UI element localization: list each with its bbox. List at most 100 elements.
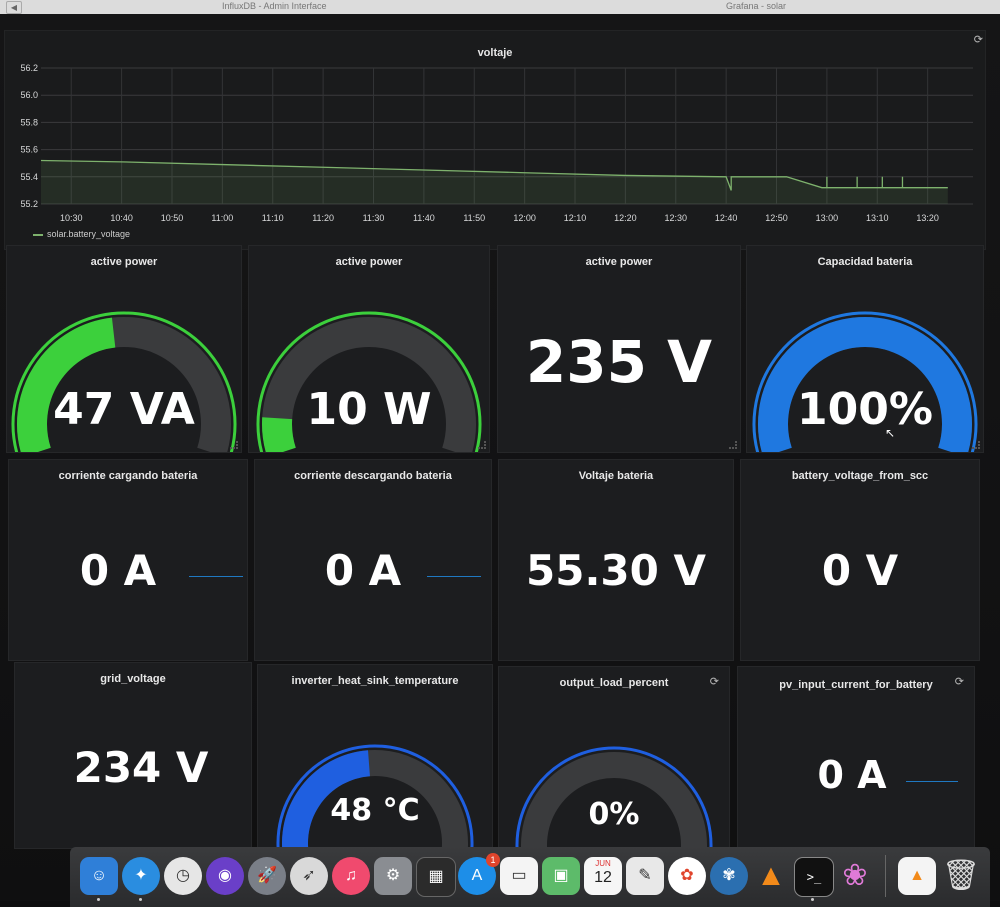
loading-spinner-icon: ⟳ <box>973 34 983 46</box>
siri-icon[interactable]: ◉ <box>206 857 244 895</box>
grafana-dashboard: 56.2 56.0 55.8 55.6 55.4 55.2 10:30 10:40 10:50 1… <box>0 14 1000 907</box>
x-tick-label: 12:10 <box>564 213 587 223</box>
y-tick-label: 55.2 <box>20 199 38 209</box>
x-tick-label: 12:30 <box>665 213 688 223</box>
browser-tab-bar: ◀ InfluxDB - Admin Interface Grafana - s… <box>0 0 1000 14</box>
stat-value: 234 V <box>73 743 209 792</box>
y-tick-label: 55.8 <box>20 117 38 127</box>
resize-handle-icon[interactable] <box>972 441 980 449</box>
x-tick-label: 11:30 <box>363 213 385 223</box>
trash-icon[interactable]: 🗑 <box>942 857 980 895</box>
x-tick-label: 13:10 <box>866 213 889 223</box>
macos-dock: ☺ ✦ ◷ ◉ 🚀 ➶ ♫ ⚙ ▦ A1 ▭ ▣ JUN 12 ✎ ✿ ✾ ▲ >… <box>70 847 990 907</box>
x-tick-label: 10:50 <box>161 213 184 223</box>
gauge-value: 48 °C <box>330 793 420 828</box>
x-tick-label: 13:00 <box>816 213 839 223</box>
notification-badge: 1 <box>486 853 500 867</box>
gauge-value: 0% <box>588 797 640 832</box>
panel-title: pv_input_current_for_battery <box>779 679 933 691</box>
voltage-graph-panel[interactable]: 56.2 56.0 55.8 55.6 55.4 55.2 10:30 10:40 10:50 1… <box>4 30 986 250</box>
legend-swatch <box>33 233 43 236</box>
panel-title: corriente descargando bateria <box>294 470 452 482</box>
panel-title: active power <box>335 256 403 268</box>
panel-title: inverter_heat_sink_temperature <box>291 675 459 687</box>
y-tick-label: 56.2 <box>20 63 38 73</box>
gauge-value: 100% <box>797 384 933 435</box>
stat-value: 0 A <box>817 753 887 797</box>
panel-title: active power <box>585 256 653 268</box>
calendar-month: JUN <box>595 859 611 868</box>
clock-icon[interactable]: ◷ <box>164 857 202 895</box>
panel-title: Capacidad bateria <box>817 256 913 268</box>
panel-inverter-temperature[interactable]: inverter_heat_sink_temperature 48 °C <box>257 664 493 849</box>
x-tick-label: 10:40 <box>110 213 133 223</box>
panel-corriente-cargando[interactable]: corriente cargando bateria 0 A <box>8 459 248 661</box>
activity-monitor-icon[interactable]: ▦ <box>416 857 456 897</box>
panel-active-power-w[interactable]: active power 10 W <box>248 245 490 453</box>
tab-grafana[interactable]: Grafana - solar <box>726 0 786 14</box>
sparkline <box>189 576 243 577</box>
flower-app-icon[interactable]: ❀ <box>836 857 874 895</box>
loading-spinner-icon: ⟳ <box>954 676 964 688</box>
x-tick-label: 12:50 <box>765 213 788 223</box>
calendar-day: 12 <box>594 869 612 886</box>
panel-grid-voltage[interactable]: grid_voltage 234 V <box>14 662 252 849</box>
facetime-icon[interactable]: ▣ <box>542 857 580 895</box>
panel-title: corriente cargando bateria <box>58 470 198 482</box>
y-tick-label: 55.6 <box>20 145 38 155</box>
network-app-icon[interactable]: ✾ <box>710 857 748 895</box>
y-tick-label: 55.4 <box>20 172 38 182</box>
document-icon[interactable]: ▲ <box>898 857 936 895</box>
x-tick-label: 11:20 <box>312 213 334 223</box>
gauge-value: 10 W <box>306 384 432 435</box>
panel-corriente-descargando[interactable]: corriente descargando bateria 0 A <box>254 459 492 661</box>
x-tick-label: 11:40 <box>413 213 435 223</box>
stat-value: 55.30 V <box>526 546 706 595</box>
calendar-icon[interactable]: JUN 12 <box>584 857 622 895</box>
x-tick-label: 12:20 <box>614 213 637 223</box>
voltage-chart: 56.2 56.0 55.8 55.6 55.4 55.2 10:30 10:40 10:50 1… <box>20 63 973 223</box>
panel-title: output_load_percent <box>559 677 669 689</box>
itunes-icon[interactable]: ♫ <box>332 857 370 895</box>
finder-icon[interactable]: ☺ <box>80 857 118 895</box>
x-tick-label: 11:10 <box>262 213 284 223</box>
panel-active-power-va[interactable]: active power 47 VA <box>6 245 242 453</box>
photos-icon[interactable]: ✿ <box>668 857 706 895</box>
panel-pv-input-current[interactable]: pv_input_current_for_battery 0 A ⟳ <box>737 666 975 849</box>
x-tick-label: 12:40 <box>715 213 738 223</box>
panel-voltaje-bateria[interactable]: Voltaje bateria 55.30 V <box>498 459 734 661</box>
graph-legend[interactable]: solar.battery_voltage <box>33 229 130 239</box>
resize-handle-icon[interactable] <box>729 441 737 449</box>
dock-separator <box>885 855 886 897</box>
stat-value: 0 A <box>324 546 402 595</box>
terminal-icon[interactable]: >_ <box>794 857 834 897</box>
stat-value: 0 V <box>821 546 899 595</box>
back-icon[interactable]: ◀ <box>6 1 22 14</box>
app-store-icon[interactable]: A1 <box>458 853 500 895</box>
preview-icon[interactable]: ✎ <box>626 857 664 895</box>
panel-capacidad-bateria[interactable]: Capacidad bateria 100% ↖ <box>746 245 984 453</box>
resize-handle-icon[interactable] <box>230 441 238 449</box>
tab-influxdb[interactable]: InfluxDB - Admin Interface <box>222 0 327 14</box>
gauge-value: 47 VA <box>53 384 195 435</box>
safari-icon[interactable]: ✦ <box>122 857 160 895</box>
panel-title: active power <box>90 256 158 268</box>
x-tick-label: 11:00 <box>211 213 233 223</box>
sparkline <box>906 781 958 782</box>
resize-handle-icon[interactable] <box>478 441 486 449</box>
panel-active-power-v[interactable]: active power 235 V <box>497 245 741 453</box>
panel-title: Voltaje bateria <box>578 470 654 482</box>
notes-icon[interactable]: ▭ <box>500 857 538 895</box>
panel-battery-voltage-scc[interactable]: battery_voltage_from_scc 0 V <box>740 459 980 661</box>
mouse-cursor-icon: ↖ <box>885 426 896 440</box>
vlc-icon[interactable]: ▲ <box>752 857 790 895</box>
legend-label: solar.battery_voltage <box>47 229 131 239</box>
system-preferences-icon[interactable]: ⚙ <box>374 857 412 895</box>
sparkline <box>427 576 481 577</box>
compass-icon[interactable]: ➶ <box>290 857 328 895</box>
loading-spinner-icon: ⟳ <box>709 676 719 688</box>
series-area <box>41 160 948 204</box>
launchpad-icon[interactable]: 🚀 <box>248 857 286 895</box>
panel-output-load[interactable]: output_load_percent 0% ⟳ <box>498 666 730 849</box>
x-tick-label: 10:30 <box>60 213 83 223</box>
